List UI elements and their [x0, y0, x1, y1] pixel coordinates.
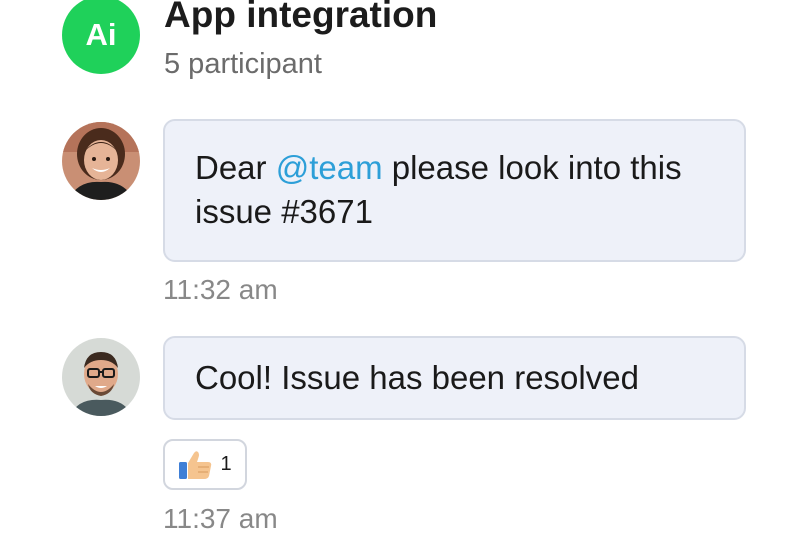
sender-avatar-man[interactable] — [62, 338, 140, 416]
reaction-count: 1 — [220, 453, 232, 475]
mention-link[interactable]: @team — [276, 149, 383, 186]
participant-count[interactable]: 5 participant — [164, 48, 322, 81]
message-text: Dear — [195, 149, 276, 186]
message-timestamp: 11:32 am — [163, 274, 278, 305]
message-bubble[interactable]: Dear @team please look into this issue #… — [163, 119, 746, 262]
chat-view: Ai App integration 5 participant Dear @t… — [0, 0, 800, 533]
group-avatar-initials: Ai — [85, 17, 117, 52]
reaction-chip[interactable]: 1 — [163, 439, 247, 490]
message-bubble[interactable]: Cool! Issue has been resolved — [163, 336, 746, 420]
chat-title: App integration — [164, 0, 438, 35]
avatar-woman-image — [62, 122, 140, 200]
group-avatar[interactable]: Ai — [62, 0, 140, 74]
avatar-man-image — [62, 338, 140, 416]
message-text: Cool! Issue has been resolved — [195, 359, 639, 396]
thumbs-up-icon — [179, 450, 212, 479]
message-timestamp: 11:37 am — [163, 503, 278, 533]
sender-avatar-woman[interactable] — [62, 122, 140, 200]
